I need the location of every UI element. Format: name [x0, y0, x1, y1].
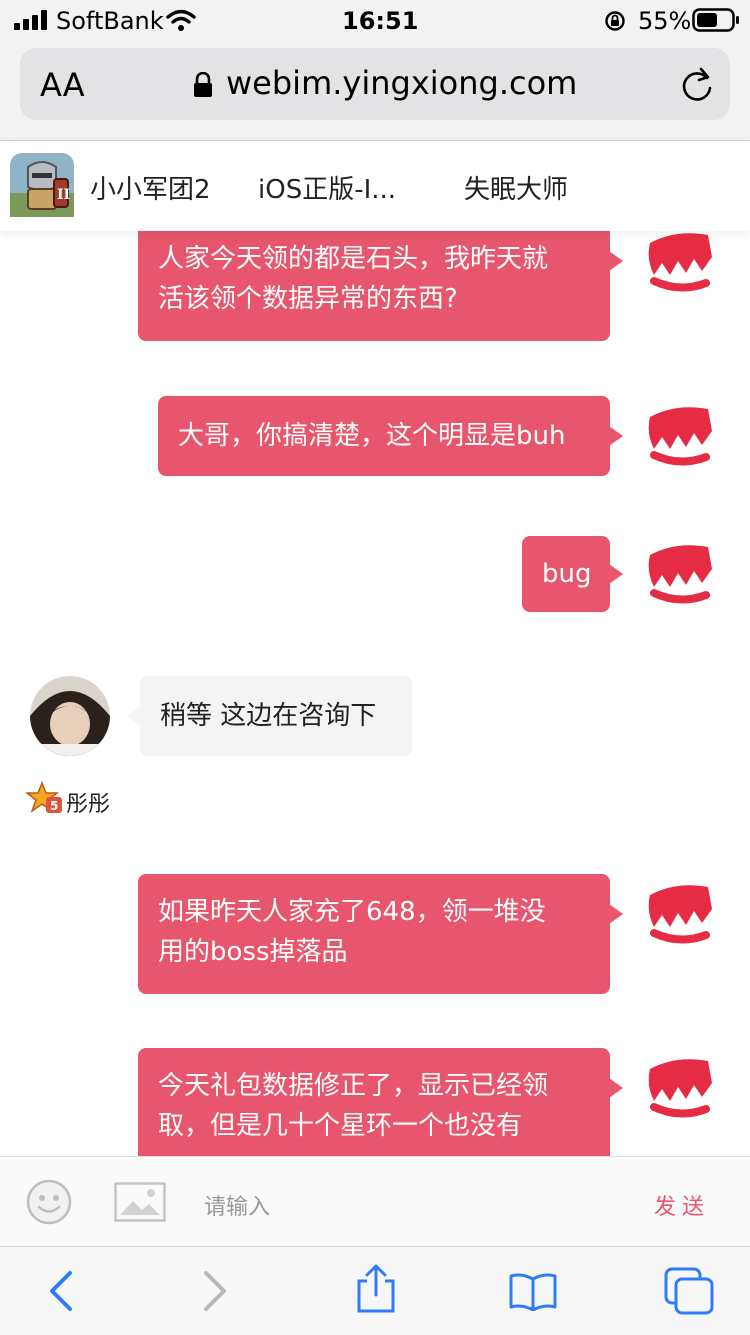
bookmarks-icon[interactable] [508, 1271, 558, 1311]
game-app-icon[interactable]: II [10, 153, 74, 217]
tab-game-3[interactable]: 失眠大师 [464, 169, 568, 206]
bubble-tail [609, 564, 623, 584]
tab-game-1[interactable]: 小小军团2 [90, 169, 211, 206]
message-bubble-mine: 如果昨天人家充了648，领一堆没 用的boss掉落品 [138, 874, 610, 994]
chat-message-list[interactable]: 人家今天领的都是石头，我昨天就 活该领个数据异常的东西? 大哥，你搞清楚，这个明… [0, 231, 750, 1156]
address-bar[interactable]: AA webim.yingxiong.com [20, 48, 730, 120]
agent-avatar [30, 676, 110, 756]
message-line: 取，但是几十个星环一个也没有 [158, 1111, 523, 1141]
orientation-lock-icon [605, 11, 625, 31]
user-avatar-icon [648, 545, 712, 604]
message-line: 稍等 这边在咨询下 [160, 701, 377, 731]
message-bubble-agent: 稍等 这边在咨询下 [140, 676, 412, 756]
text-size-button[interactable]: AA [40, 66, 85, 104]
svg-text:5: 5 [50, 799, 58, 813]
message-bubble-mine: 大哥，你搞清楚，这个明显是buh [158, 396, 610, 476]
user-avatar-icon [648, 885, 712, 944]
carrier-label: SoftBank [56, 7, 164, 35]
message-line: 用的boss掉落品 [158, 937, 348, 967]
message-bubble-mine: 今天礼包数据修正了，显示已经领 取，但是几十个星环一个也没有 [138, 1048, 610, 1156]
battery-percent: 55% [638, 7, 692, 35]
emoji-icon[interactable] [26, 1179, 72, 1225]
message-line: 今天礼包数据修正了，显示已经领 [158, 1071, 549, 1101]
agent-rank-badge-icon: 5 [26, 781, 62, 813]
message-bubble-mine: bug [522, 536, 610, 612]
message-line: 如果昨天人家充了648，领一堆没 [158, 897, 546, 927]
battery-icon [692, 8, 739, 32]
message-line: 活该领个数据异常的东西? [158, 284, 458, 314]
status-bar: SoftBank 16:51 55% [0, 0, 750, 40]
bubble-tail [609, 426, 623, 446]
url-text[interactable]: webim.yingxiong.com [226, 64, 577, 102]
tabs-icon[interactable] [664, 1267, 716, 1315]
message-input-bar: 请输入 发送 [0, 1156, 750, 1247]
reload-icon[interactable] [680, 66, 714, 102]
tab-game-2[interactable]: iOS正版-I... [258, 169, 396, 206]
svg-text:II: II [57, 187, 70, 203]
game-tabs: II 小小军团2 iOS正版-I... 失眠大师 [0, 141, 750, 231]
bubble-tail [609, 1078, 623, 1098]
message-line: 大哥，你搞清楚，这个明显是buh [178, 421, 566, 451]
bubble-tail [609, 251, 623, 271]
lock-icon [194, 72, 212, 97]
signal-icon [14, 10, 47, 30]
message-input[interactable]: 请输入 [204, 1189, 270, 1221]
browser-address-area: AA webim.yingxiong.com [0, 40, 750, 141]
bubble-tail [127, 706, 141, 726]
bubble-tail [609, 904, 623, 924]
browser-toolbar [0, 1246, 750, 1335]
message-line: 人家今天领的都是石头，我昨天就 [158, 244, 549, 274]
forward-icon[interactable] [200, 1269, 232, 1313]
message-bubble-mine: 人家今天领的都是石头，我昨天就 活该领个数据异常的东西? [138, 231, 610, 341]
user-avatar-icon [648, 407, 712, 466]
agent-name: 彤彤 [66, 792, 111, 817]
message-line: bug [542, 559, 592, 589]
clock: 16:51 [342, 7, 419, 35]
text-size-label: AA [40, 66, 85, 104]
wifi-icon [166, 9, 196, 31]
image-icon[interactable] [114, 1182, 166, 1222]
send-button[interactable]: 发送 [654, 1189, 710, 1221]
user-avatar-icon [648, 1059, 712, 1118]
share-icon[interactable] [354, 1263, 398, 1315]
user-avatar-icon [648, 233, 712, 292]
back-icon[interactable] [44, 1269, 76, 1313]
